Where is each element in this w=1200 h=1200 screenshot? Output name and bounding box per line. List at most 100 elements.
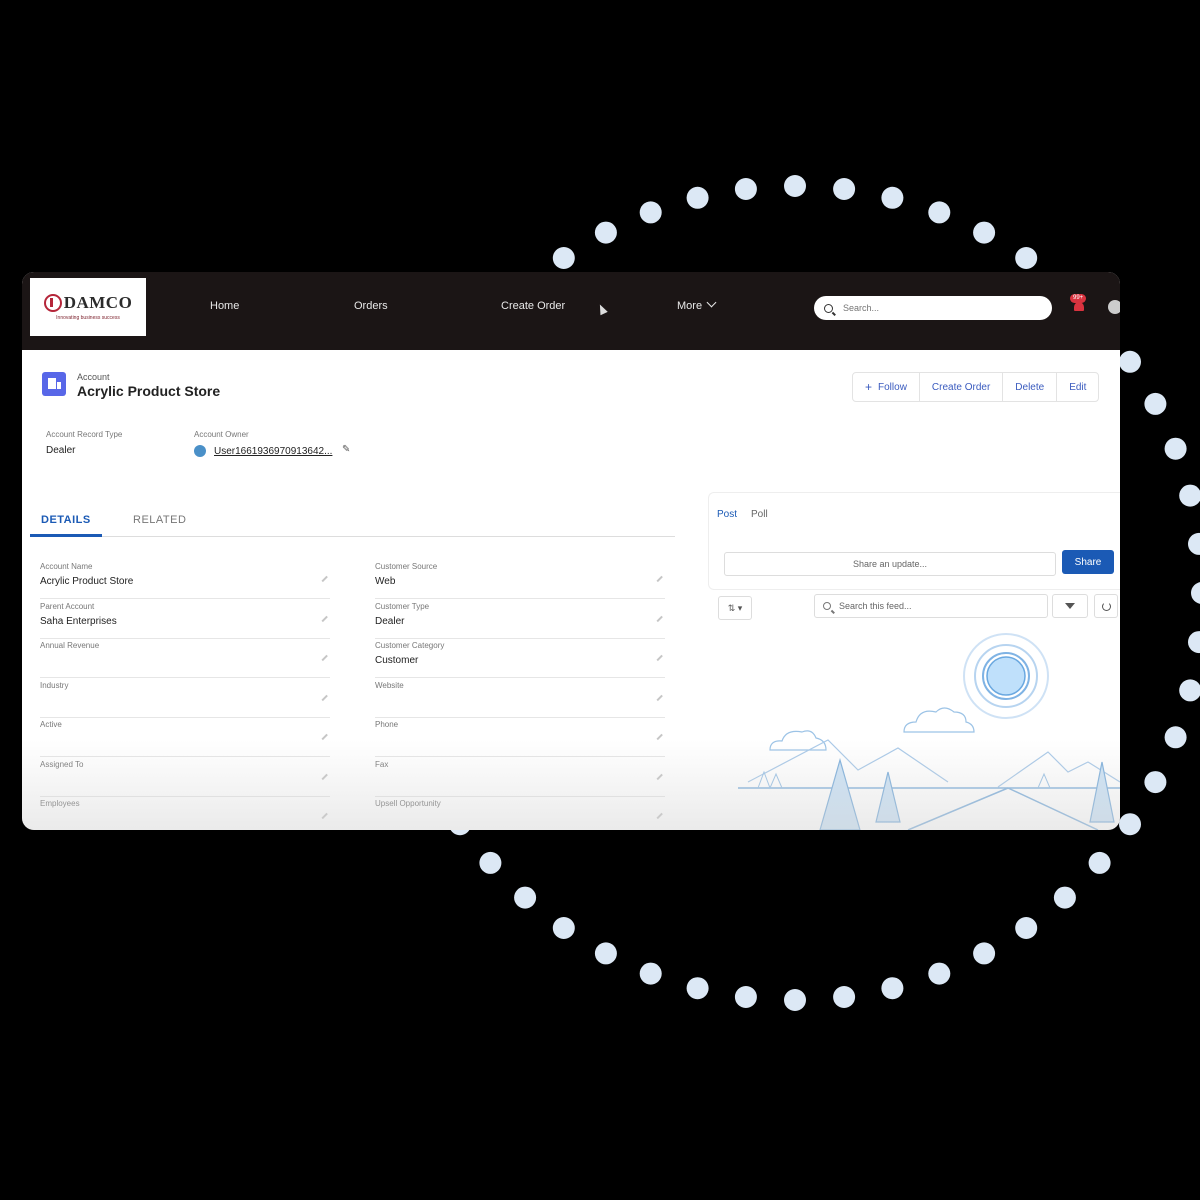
edit-pencil-icon[interactable] (656, 615, 663, 622)
edit-pencil-icon[interactable] (656, 733, 663, 740)
decoration-dot (1144, 392, 1167, 415)
decoration-dot (594, 221, 617, 244)
decoration-dot (1088, 851, 1111, 874)
chevron-down-icon (706, 297, 717, 308)
detail-field: Industry (40, 681, 330, 718)
bottom-fade-overlay (22, 740, 1120, 830)
record-actions: + Follow Create Order Delete Edit (852, 372, 1100, 402)
feed-tab-poll[interactable]: Poll (751, 509, 768, 520)
edit-pencil-icon[interactable] (321, 615, 328, 622)
detail-field: Annual Revenue (40, 641, 330, 678)
tab-related[interactable]: RELATED (133, 514, 186, 526)
logo-row: DAMCO (43, 293, 133, 313)
edit-pencil-icon[interactable] (321, 575, 328, 582)
record-type-label: Account Record Type (46, 430, 123, 439)
decoration-dot (734, 986, 757, 1008)
field-label: Customer Type (375, 601, 430, 611)
edit-pencil-icon[interactable] (656, 654, 663, 661)
crm-window: DAMCO Innovating business success Home O… (22, 272, 1120, 830)
decoration-dot (1015, 247, 1038, 269)
decoration-dot (734, 178, 757, 200)
decoration-dot (479, 851, 502, 874)
follow-label: Follow (878, 381, 907, 393)
detail-field: Parent Account Saha Enterprises (40, 602, 330, 639)
notifications-button[interactable]: 99+ (1070, 294, 1087, 312)
detail-field: Customer Source Web (375, 562, 665, 599)
decoration-dot (973, 221, 996, 244)
nav-item-orders[interactable]: Orders (354, 300, 388, 312)
record-title: Acrylic Product Store (77, 383, 221, 399)
delete-button[interactable]: Delete (1003, 373, 1058, 401)
decoration-dot (784, 989, 806, 1011)
account-record-icon (42, 372, 66, 396)
share-button[interactable]: Share (1062, 550, 1114, 574)
decoration-dot (639, 201, 662, 224)
detail-field: Customer Type Dealer (375, 602, 665, 639)
decoration-dot (1179, 484, 1200, 507)
sun (986, 656, 1026, 696)
field-label: Active (40, 720, 62, 729)
decoration-dot (881, 186, 904, 209)
feed-filter-button[interactable] (1052, 594, 1088, 618)
filter-icon (1065, 603, 1075, 609)
change-owner-icon[interactable]: ✎ (342, 444, 350, 455)
field-value: Acrylic Product Store (40, 576, 134, 587)
edit-pencil-icon[interactable] (656, 575, 663, 582)
decoration-dot (1119, 350, 1141, 373)
owner-avatar-icon (194, 445, 206, 457)
decoration-dot (928, 962, 951, 985)
refresh-icon (1101, 601, 1111, 611)
active-tab-indicator (30, 534, 102, 537)
create-order-button[interactable]: Create Order (920, 373, 1004, 401)
field-label: Industry (40, 680, 69, 690)
decoration-dot (1015, 917, 1038, 939)
logo-text: DAMCO (63, 293, 133, 312)
edit-pencil-icon[interactable] (321, 654, 328, 661)
nav-item-more-label: More (677, 300, 703, 312)
decoration-dot (1144, 771, 1167, 794)
share-update-input[interactable]: Share an update... (724, 552, 1056, 576)
detail-field: Account Name Acrylic Product Store (40, 562, 330, 599)
top-navigation-bar: DAMCO Innovating business success Home O… (22, 272, 1120, 350)
decoration-dot (1191, 582, 1200, 604)
nav-item-create-order[interactable]: Create Order (501, 300, 565, 312)
decoration-dot (833, 178, 856, 200)
search-icon (824, 303, 833, 313)
cloud-right (903, 707, 975, 733)
bell-icon (1074, 302, 1084, 311)
nav-item-more[interactable]: More (677, 297, 717, 312)
decoration-dot (594, 942, 617, 965)
feed-sort-button[interactable]: ⇅ ▾ (718, 596, 752, 620)
record-type-value: Dealer (46, 445, 76, 456)
edit-pencil-icon[interactable] (321, 694, 328, 701)
feed-search-placeholder: Search this feed... (839, 601, 912, 611)
field-value: Web (375, 576, 396, 587)
mouse-cursor-icon (596, 302, 608, 316)
decoration-dot (1179, 679, 1200, 702)
feed-search[interactable]: Search this feed... (814, 594, 1048, 618)
feed-search-icon (823, 602, 831, 610)
field-value: Customer (375, 655, 419, 666)
nav-item-home[interactable]: Home (210, 300, 239, 312)
edit-pencil-icon[interactable] (321, 733, 328, 740)
edit-pencil-icon[interactable] (656, 694, 663, 701)
feed-tab-post[interactable]: Post (717, 509, 737, 520)
global-search-input[interactable] (841, 302, 1035, 314)
decoration-dot (552, 247, 575, 269)
detail-field: Website (375, 681, 665, 718)
user-avatar[interactable] (1108, 300, 1120, 314)
field-label: Website (375, 680, 404, 690)
global-search[interactable] (814, 296, 1052, 320)
follow-button[interactable]: + Follow (853, 373, 920, 401)
feed-refresh-button[interactable] (1094, 594, 1118, 618)
field-label: Phone (375, 720, 399, 729)
decoration-dot (1188, 631, 1200, 654)
tab-details[interactable]: DETAILS (41, 514, 91, 526)
edit-button[interactable]: Edit (1057, 373, 1098, 401)
field-value: Saha Enterprises (40, 615, 117, 627)
field-label: Customer Source (375, 562, 438, 571)
decoration-dot (1164, 437, 1187, 460)
damco-logo[interactable]: DAMCO Innovating business success (30, 278, 146, 336)
decoration-dot (833, 986, 856, 1008)
account-owner-link[interactable]: User1661936970913642... (214, 446, 332, 457)
